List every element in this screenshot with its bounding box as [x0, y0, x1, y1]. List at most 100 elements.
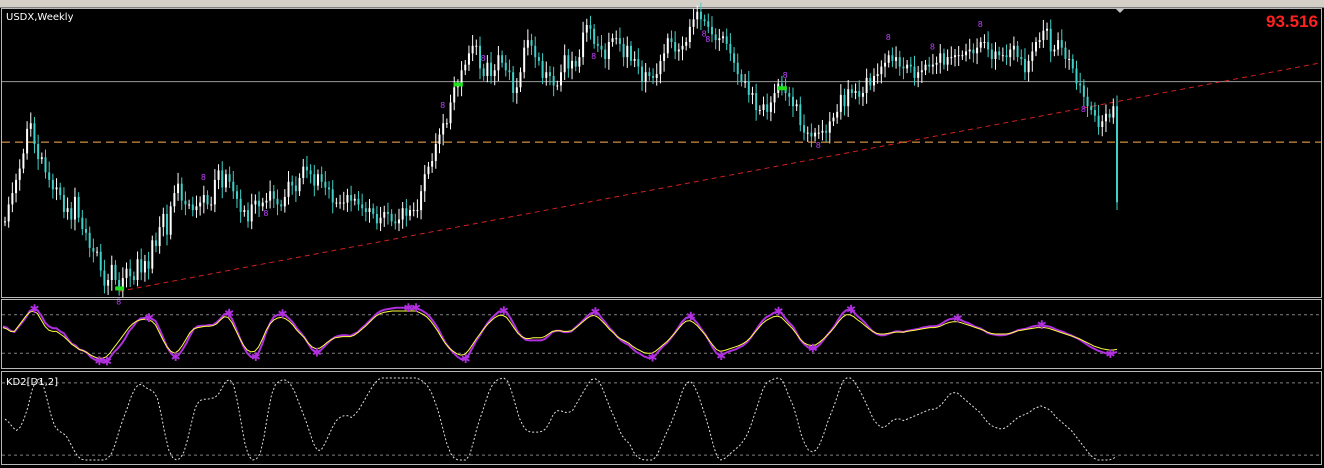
candle-body: [449, 102, 452, 124]
chart-shift-marker-icon[interactable]: [1115, 8, 1125, 13]
candle-body: [674, 42, 677, 52]
candle-body: [887, 55, 890, 63]
candle-body: [383, 212, 386, 218]
candle-body: [372, 208, 375, 214]
candle-body: [1057, 40, 1060, 50]
candle-body: [898, 57, 901, 67]
candle-body: [40, 157, 43, 160]
candle-body: [950, 57, 953, 59]
candle-body: [979, 42, 982, 48]
candle-body: [309, 170, 312, 175]
candle-body: [62, 195, 65, 212]
candle-body: [939, 53, 942, 63]
candle-body: [946, 57, 949, 65]
stoch-extreme-marker: ✱: [171, 350, 181, 364]
candle-body: [825, 130, 828, 133]
candle-body: [1112, 106, 1115, 118]
stoch-extreme-marker: ✱: [251, 350, 261, 364]
candle-body: [316, 174, 319, 186]
candle-body: [390, 213, 393, 222]
stochastic-pane-border: [1, 299, 1322, 369]
candle-body: [250, 204, 253, 222]
candle-body: [541, 60, 544, 78]
stoch-extreme-marker: ✱: [102, 355, 112, 369]
candle-body: [688, 26, 691, 42]
candle-body: [652, 76, 655, 78]
candle-body: [501, 55, 504, 63]
candle-body: [272, 191, 275, 199]
candle-body: [22, 153, 25, 169]
candle-body: [1009, 49, 1012, 58]
pivot-marker: 8: [886, 33, 891, 42]
candle-body: [412, 210, 415, 212]
candle-body: [791, 96, 794, 107]
candle-body: [26, 128, 29, 154]
candle-body: [582, 32, 585, 58]
chart-canvas[interactable]: 88888 888888888 USDX,Weekly 93.516 ✱✱✱✱✱✱…: [0, 0, 1324, 468]
candle-body: [994, 51, 997, 59]
candle-body: [1104, 113, 1107, 122]
candle-body: [70, 208, 73, 220]
candle-body: [210, 204, 213, 206]
candle-body: [88, 232, 91, 248]
stoch-extreme-marker: ✱: [590, 305, 600, 319]
candle-body: [103, 270, 106, 286]
pivot-marker: 8: [263, 209, 268, 218]
candle-body: [350, 195, 353, 201]
candle-body: [313, 174, 316, 186]
price-pane[interactable]: 88888 888888888: [2, 2, 1322, 307]
candle-body: [611, 38, 614, 42]
stochastic-pane[interactable]: ✱✱✱✱✱✱✱✱✱✱✱✱✱ ✱✱✱✱✱✱✱✱ ✱✱: [2, 301, 1321, 369]
candle-body: [191, 204, 194, 211]
kd2-pane[interactable]: [2, 377, 1321, 461]
candle-body: [817, 132, 820, 134]
candle-body: [283, 196, 286, 207]
candle-body: [523, 47, 526, 73]
candle-body: [707, 21, 710, 27]
candle-body: [839, 94, 842, 112]
stoch-extreme-marker: ✱: [686, 310, 696, 324]
candle-body: [44, 157, 47, 173]
candle-body: [607, 42, 610, 59]
candle-body: [663, 53, 666, 61]
candle-body: [762, 104, 765, 110]
candle-body: [593, 28, 596, 44]
candle-body: [305, 166, 308, 171]
candle-body: [224, 174, 227, 188]
candle-body: [1046, 28, 1049, 31]
candle-body: [81, 217, 84, 229]
current-price-label: 93.516: [1266, 12, 1318, 31]
candle-body: [375, 213, 378, 224]
candle-body: [486, 62, 489, 76]
candle-body: [482, 68, 485, 76]
candle-body: [563, 55, 566, 73]
candle-body: [869, 77, 872, 86]
candle-body: [696, 11, 699, 20]
candle-body: [788, 93, 791, 97]
candle-body: [961, 55, 964, 57]
candle-body: [1064, 47, 1067, 59]
stoch-extreme-marker: ✱: [953, 312, 963, 326]
candle-body: [140, 259, 143, 273]
candle-body: [99, 251, 102, 271]
candle-body: [151, 240, 154, 269]
candle-body: [880, 66, 883, 75]
candle-body: [239, 198, 242, 212]
candle-body: [519, 72, 522, 88]
candle-body: [508, 70, 511, 73]
candle-body: [357, 198, 360, 205]
candle-body: [1108, 113, 1111, 118]
candle-body: [699, 11, 702, 20]
candle-body: [548, 72, 551, 76]
candle-body: [335, 202, 338, 204]
candle-body: [983, 42, 986, 43]
candle-body: [1075, 68, 1078, 84]
candle-body: [59, 187, 62, 195]
candle-body: [320, 174, 323, 182]
candle-body: [228, 174, 231, 182]
candle-body: [162, 213, 165, 228]
candle-body: [530, 40, 533, 46]
candle-body: [1038, 40, 1041, 42]
candle-body: [736, 62, 739, 75]
candle-body: [364, 208, 367, 212]
